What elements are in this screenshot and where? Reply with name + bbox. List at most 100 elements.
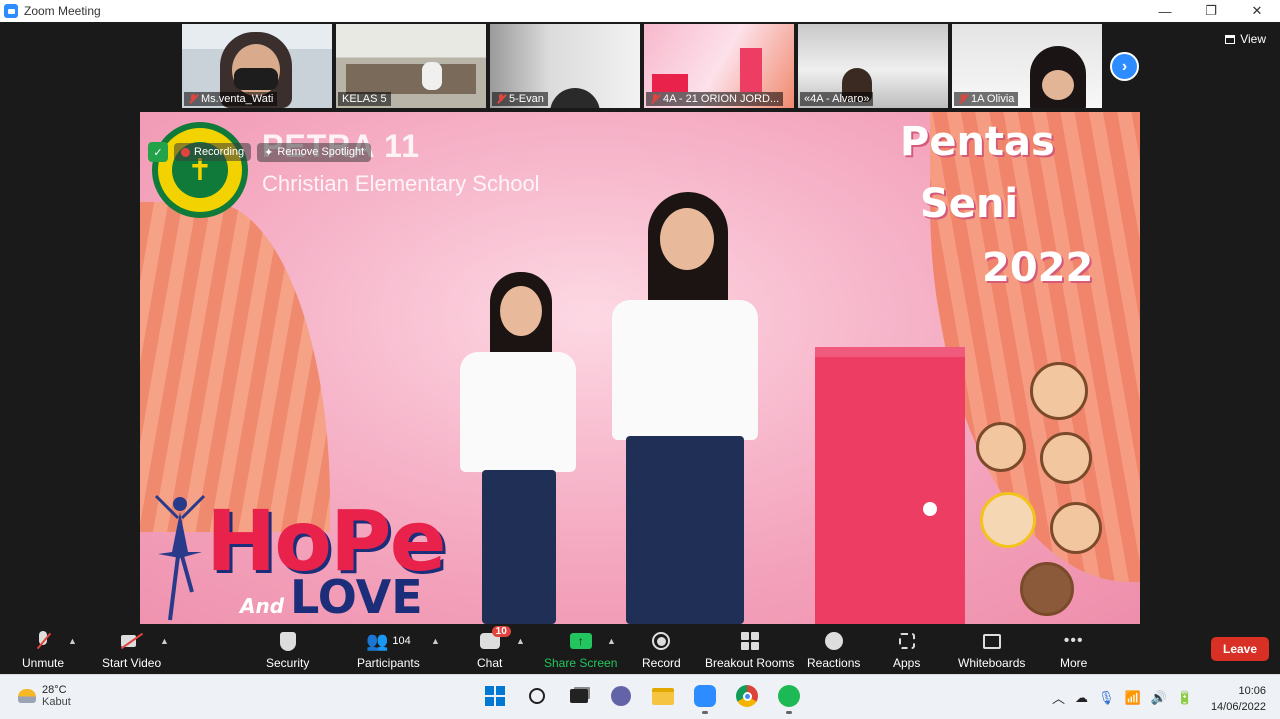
teams-chat-button[interactable] [608,683,634,709]
recording-controls: ✓ Recording ✦ Remove Spotlight [148,142,372,162]
mic-muted-icon [188,94,198,104]
whiteboards-button[interactable]: Whiteboards [958,628,1025,670]
participant-tile[interactable]: 1A Olivia [952,24,1102,108]
window-titlebar: Zoom Meeting — ❐ ✕ [0,0,1280,22]
start-button[interactable] [482,683,508,709]
start-video-button[interactable]: Start Video [102,628,161,670]
ballerina-graphic [154,494,206,621]
view-button[interactable]: View [1225,32,1266,46]
gallery-strip: Ms.venta_Wati KELAS 5 5-Evan 4A - 21 ORI… [182,24,1102,110]
microphone-icon[interactable]: 🎙 [1098,690,1115,706]
participant-tile[interactable]: 5-Evan [490,24,640,108]
mic-muted-icon [650,94,660,104]
search-icon [529,688,545,704]
unmute-button[interactable]: Unmute [22,628,64,670]
breakout-rooms-icon [740,632,759,650]
spotify-icon [778,685,800,707]
spotlight-video[interactable]: ✝ PETRA 11 Christian Elementary School P… [140,112,1140,624]
share-options-caret[interactable]: ▲ [607,636,616,646]
taskbar-clock[interactable]: 10:06 14/06/2022 [1211,683,1266,715]
wifi-icon[interactable]: 📶 [1125,690,1141,706]
recording-indicator[interactable]: Recording [174,143,252,161]
performer-girl [460,272,580,624]
share-screen-icon: ↑ [569,633,592,649]
remove-spotlight-button[interactable]: ✦ Remove Spotlight [257,142,372,162]
participant-name-label: «4A - Alvaro» [800,92,874,106]
participants-icon: 👥 [365,630,389,651]
meeting-stage: Ms.venta_Wati KELAS 5 5-Evan 4A - 21 ORI… [0,22,1280,646]
door-graphic [815,347,965,624]
chevron-up-icon[interactable]: ︿ [1052,688,1065,707]
windows-taskbar: 28°C Kabut ︿ ☁ 🎙 📶 🔊 🔋 10:06 14/06/2022 [0,674,1280,719]
mic-off-icon [36,631,50,651]
spotify-button[interactable] [776,683,802,714]
share-screen-button[interactable]: ↑ Share Screen [544,628,617,670]
cloud-icon[interactable]: ☁ [1075,690,1088,706]
shield-icon [279,631,296,651]
record-dot-icon [181,147,190,157]
video-options-caret[interactable]: ▲ [160,636,169,646]
task-view-button[interactable] [566,683,592,709]
participant-tile[interactable]: «4A - Alvaro» [798,24,948,108]
mic-muted-icon [958,94,968,104]
windows-logo-icon [485,686,505,706]
video-off-icon [120,633,143,649]
participant-tile[interactable]: Ms.venta_Wati [182,24,332,108]
pin-icon: ✦ [264,146,274,159]
zoom-taskbar-button[interactable] [692,683,718,714]
weather-widget[interactable]: 28°C Kabut [18,684,71,708]
minimize-button[interactable]: — [1142,0,1188,22]
participant-name-label: 1A Olivia [954,92,1019,106]
breakout-rooms-button[interactable]: Breakout Rooms [705,628,794,670]
event-title: Pentas Seni 2022 [900,119,1094,291]
participants-button[interactable]: 👥 104 Participants [357,628,420,671]
restore-button[interactable]: ❐ [1188,0,1234,22]
window-title: Zoom Meeting [24,4,101,18]
more-button[interactable]: ••• More [1060,628,1087,670]
participant-tile[interactable]: 4A - 21 ORION JORD... [644,24,794,108]
mic-muted-icon [496,94,506,104]
zoom-app-icon [4,4,18,18]
task-view-icon [570,689,588,703]
more-dots-icon: ••• [1063,632,1084,649]
smiley-icon [824,632,843,650]
chrome-icon [736,685,758,707]
chat-unread-badge: 10 [491,626,511,637]
apps-icon [898,633,915,649]
record-icon [652,632,671,650]
chrome-button[interactable] [734,683,760,709]
participant-tile[interactable]: KELAS 5 [336,24,486,108]
kids-illustration [970,362,1140,624]
folder-icon [652,687,674,705]
meeting-toolbar: Unmute ▲ Start Video ▲ Security 👥 104 Par… [0,626,1280,674]
chat-options-caret[interactable]: ▲ [516,636,525,646]
leave-button[interactable]: Leave [1211,637,1269,661]
school-name: PETRA 11 Christian Elementary School [262,128,540,196]
chevron-right-icon: › [1121,57,1128,75]
reactions-button[interactable]: Reactions [807,628,860,670]
zoom-icon [694,685,716,707]
participants-options-caret[interactable]: ▲ [431,636,440,646]
file-explorer-button[interactable] [650,683,676,709]
speaker-icon[interactable]: 🔊 [1151,690,1167,706]
battery-icon[interactable]: 🔋 [1177,690,1193,706]
school-logo: ✝ [152,122,248,218]
participants-count: 104 [392,635,411,647]
theme-love-text: And LOVE [240,570,423,624]
taskbar-apps [482,683,802,714]
close-button[interactable]: ✕ [1234,0,1280,22]
participant-name-label: 5-Evan [492,92,548,106]
apps-button[interactable]: Apps [893,628,920,670]
participant-name-label: Ms.venta_Wati [184,92,278,106]
audio-options-caret[interactable]: ▲ [68,636,77,646]
encryption-shield-icon[interactable]: ✓ [148,142,168,162]
view-grid-icon [1225,34,1236,44]
record-button[interactable]: Record [642,628,681,670]
search-button[interactable] [524,683,550,709]
chat-app-icon [611,686,631,706]
chat-button[interactable]: 10 Chat [477,626,511,670]
weather-icon [18,689,36,703]
security-button[interactable]: Security [266,628,309,670]
next-page-button[interactable]: › [1110,52,1139,81]
whiteboard-icon [982,633,1001,649]
